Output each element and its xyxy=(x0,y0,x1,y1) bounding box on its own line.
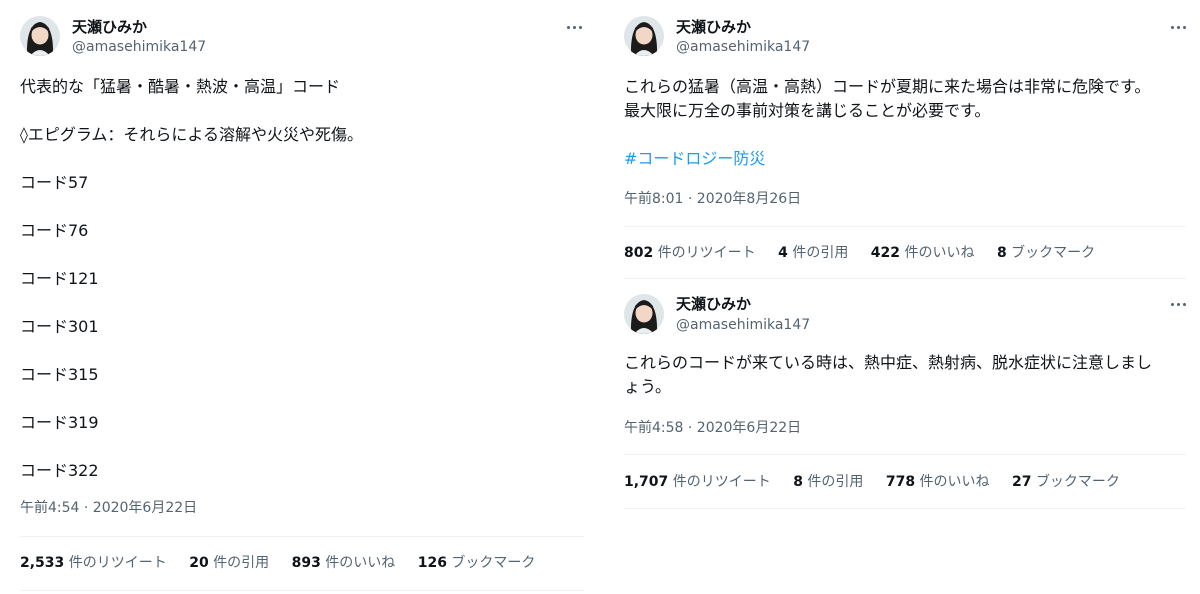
tweet-stats: 2,533 件のリツイート 20 件の引用 893 件のいいね 126 ブックマ… xyxy=(20,554,553,572)
tweet-stats: 1,707 件のリツイート 8 件の引用 778 件のいいね 27 ブックマーク xyxy=(624,473,1138,491)
retweet-count[interactable]: 802 件のリツイート xyxy=(624,245,756,261)
more-options-icon[interactable] xyxy=(562,18,586,36)
tweet-3: 天瀬ひみか @amasehimika147 これらのコードが来ている時は、熱中症… xyxy=(604,280,1200,520)
bookmark-count[interactable]: 27 ブックマーク xyxy=(1012,474,1120,490)
divider xyxy=(624,278,1186,279)
tweet-timestamp[interactable]: 午前8:01 · 2020年8月26日 xyxy=(624,190,801,208)
quote-count[interactable]: 20 件の引用 xyxy=(189,555,269,571)
tweet-text: これらのコードが来ている時は、熱中症、熱射病、脱水症状に注意しまし ょう。 xyxy=(624,353,1153,396)
avatar[interactable] xyxy=(624,294,664,334)
retweet-count[interactable]: 1,707 件のリツイート xyxy=(624,474,771,490)
divider xyxy=(624,226,1186,227)
author-handle[interactable]: @amasehimika147 xyxy=(676,38,810,56)
author-name[interactable]: 天瀬ひみか xyxy=(676,295,751,313)
avatar[interactable] xyxy=(20,16,60,56)
more-options-icon[interactable] xyxy=(1166,18,1190,36)
tweet-text: これらの猛暑（高温・高熱）コードが夏期に来た場合は非常に危険です。 最大限に万全… xyxy=(624,77,1151,120)
like-count[interactable]: 778 件のいいね xyxy=(886,474,990,490)
quote-count[interactable]: 4 件の引用 xyxy=(778,245,848,261)
author-handle[interactable]: @amasehimika147 xyxy=(72,38,206,56)
like-count[interactable]: 893 件のいいね xyxy=(292,555,396,571)
tweet-timestamp[interactable]: 午前4:58 · 2020年6月22日 xyxy=(624,419,801,437)
author-handle[interactable]: @amasehimika147 xyxy=(676,316,810,334)
bookmark-count[interactable]: 8 ブックマーク xyxy=(997,245,1095,261)
tweet-2: 天瀬ひみか @amasehimika147 これらの猛暑（高温・高熱）コードが夏… xyxy=(604,0,1200,280)
divider xyxy=(624,454,1186,455)
tweet-1: 天瀬ひみか @amasehimika147 代表的な「猛暑・酷暑・熱波・高温」コ… xyxy=(0,0,600,594)
tweet-timestamp[interactable]: 午前4:54 · 2020年6月22日 xyxy=(20,499,197,517)
divider xyxy=(624,508,1186,509)
avatar[interactable] xyxy=(624,16,664,56)
more-options-icon[interactable] xyxy=(1166,295,1190,313)
like-count[interactable]: 422 件のいいね xyxy=(871,245,975,261)
tweet-text: 代表的な「猛暑・酷暑・熱波・高温」コード ◊エピグラム：それらによる溶解や火災や… xyxy=(20,77,363,480)
bookmark-count[interactable]: 126 ブックマーク xyxy=(418,555,536,571)
divider xyxy=(20,590,584,591)
author-name[interactable]: 天瀬ひみか xyxy=(676,18,751,36)
author-name[interactable]: 天瀬ひみか xyxy=(72,18,147,36)
retweet-count[interactable]: 2,533 件のリツイート xyxy=(20,555,167,571)
divider xyxy=(20,536,584,537)
quote-count[interactable]: 8 件の引用 xyxy=(793,474,863,490)
tweet-stats: 802 件のリツイート 4 件の引用 422 件のいいね 8 ブックマーク xyxy=(624,244,1113,262)
hashtag-link[interactable]: #コードロジー防災 xyxy=(624,147,765,171)
